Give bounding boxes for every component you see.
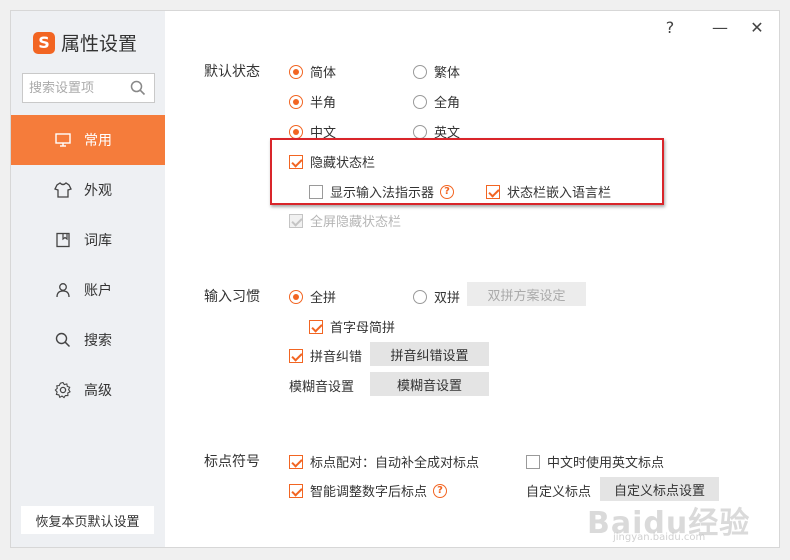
sidebar-item-label: 账户 — [84, 283, 112, 299]
checkbox-fullscreen-hide: 全屏隐藏状态栏 — [289, 211, 401, 230]
option-label: 半角 — [310, 96, 337, 111]
book-icon — [54, 231, 72, 249]
radio-double-pinyin[interactable]: 双拼 — [413, 287, 460, 306]
option-label: 英文 — [434, 126, 461, 141]
section-label-input-habit: 输入习惯 — [204, 289, 260, 305]
sidebar-item-label: 高级 — [84, 383, 112, 399]
option-label: 标点配对：自动补全成对标点 — [310, 456, 480, 471]
close-button[interactable]: ✕ — [744, 15, 770, 41]
checkbox-initial-abbrev[interactable]: 首字母简拼 — [309, 317, 395, 336]
search-box — [22, 73, 155, 103]
restore-defaults-button[interactable]: 恢复本页默认设置 — [21, 506, 154, 534]
option-label: 简体 — [310, 66, 337, 81]
gear-icon — [54, 381, 72, 399]
radio-icon — [289, 124, 303, 139]
radio-half-width[interactable]: 半角 — [289, 92, 336, 111]
app-header: S 属性设置 — [33, 29, 137, 56]
app-title: 属性设置 — [61, 33, 138, 55]
radio-full-width[interactable]: 全角 — [413, 92, 460, 111]
user-icon — [54, 281, 72, 299]
checkbox-english-punct[interactable]: 中文时使用英文标点 — [526, 452, 664, 471]
sidebar-item-label: 外观 — [84, 183, 112, 199]
option-label: 全屏隐藏状态栏 — [310, 215, 402, 230]
sidebar-item-advanced[interactable]: 高级 — [11, 365, 165, 415]
radio-traditional[interactable]: 繁体 — [413, 62, 460, 81]
help-button[interactable]: ? — [657, 15, 683, 41]
checkbox-smart-number-punct[interactable]: 智能调整数字后标点? — [289, 481, 448, 500]
option-label: 中文时使用英文标点 — [547, 456, 665, 471]
radio-icon — [413, 64, 427, 79]
radio-icon — [413, 124, 427, 139]
radio-icon — [413, 289, 427, 304]
checkbox-embed-language-bar[interactable]: 状态栏嵌入语言栏 — [486, 182, 611, 201]
option-label: 显示输入法指示器 — [330, 186, 435, 201]
search-icon — [54, 331, 72, 349]
checkbox-icon — [309, 319, 323, 334]
option-label: 全角 — [434, 96, 461, 111]
checkbox-punct-auto-pair[interactable]: 标点配对：自动补全成对标点 — [289, 452, 479, 471]
option-label: 中文 — [310, 126, 337, 141]
option-label: 繁体 — [434, 66, 461, 81]
sidebar-item-common[interactable]: 常用 — [11, 115, 165, 165]
fuzzy-settings-button[interactable]: 模糊音设置 — [370, 372, 489, 396]
minimize-button[interactable]: — — [707, 15, 733, 41]
option-label: 状态栏嵌入语言栏 — [507, 186, 612, 201]
checkbox-icon — [289, 454, 303, 469]
monitor-icon — [54, 131, 72, 149]
radio-simplified[interactable]: 简体 — [289, 62, 336, 81]
sidebar-item-label: 搜索 — [84, 333, 112, 349]
checkbox-pinyin-correction[interactable]: 拼音纠错 — [289, 346, 362, 365]
radio-english[interactable]: 英文 — [413, 122, 460, 141]
radio-chinese[interactable]: 中文 — [289, 122, 336, 141]
checkbox-show-ime-indicator[interactable]: 显示输入法指示器? — [309, 182, 455, 201]
sidebar-nav: 常用 外观 词库 账户 搜索 高级 — [11, 115, 165, 415]
custom-punct-label: 自定义标点 — [526, 485, 592, 500]
radio-icon — [289, 64, 303, 79]
option-label: 隐藏状态栏 — [310, 156, 376, 171]
option-label: 双拼 — [434, 291, 461, 306]
sidebar-item-search[interactable]: 搜索 — [11, 315, 165, 365]
baidu-watermark-url: jingyan.baidu.com — [613, 532, 706, 543]
search-input[interactable] — [23, 74, 123, 102]
option-label: 拼音纠错 — [310, 350, 363, 365]
section-label-default-state: 默认状态 — [204, 64, 260, 80]
search-icon[interactable] — [130, 80, 146, 96]
checkbox-hide-status-bar[interactable]: 隐藏状态栏 — [289, 152, 375, 171]
shirt-icon — [54, 181, 72, 199]
checkbox-icon — [289, 154, 303, 169]
radio-icon — [289, 289, 303, 304]
radio-full-pinyin[interactable]: 全拼 — [289, 287, 336, 306]
checkbox-icon — [289, 213, 303, 228]
sogou-logo-icon: S — [33, 31, 55, 54]
option-label: 智能调整数字后标点 — [310, 485, 428, 500]
help-icon[interactable]: ? — [440, 184, 455, 199]
sidebar-item-lexicon[interactable]: 词库 — [11, 215, 165, 265]
checkbox-icon — [486, 184, 500, 199]
sidebar-item-appearance[interactable]: 外观 — [11, 165, 165, 215]
help-icon[interactable]: ? — [433, 483, 448, 498]
settings-window: ? — ✕ S 属性设置 常用 外观 词库 — [10, 10, 780, 548]
fuzzy-label: 模糊音设置 — [289, 380, 355, 395]
sidebar-item-label: 常用 — [84, 133, 112, 149]
checkbox-icon — [289, 348, 303, 363]
option-label: 全拼 — [310, 291, 337, 306]
radio-icon — [413, 94, 427, 109]
sidebar: S 属性设置 常用 外观 词库 账户 — [11, 11, 165, 547]
section-label-punctuation: 标点符号 — [204, 454, 260, 470]
sidebar-item-account[interactable]: 账户 — [11, 265, 165, 315]
radio-icon — [289, 94, 303, 109]
checkbox-icon — [289, 483, 303, 498]
checkbox-icon — [309, 184, 323, 199]
double-pinyin-scheme-button: 双拼方案设定 — [467, 282, 586, 306]
checkbox-icon — [526, 454, 540, 469]
sidebar-item-label: 词库 — [84, 233, 112, 249]
option-label: 首字母简拼 — [330, 321, 396, 336]
pinyin-correction-settings-button[interactable]: 拼音纠错设置 — [370, 342, 489, 366]
